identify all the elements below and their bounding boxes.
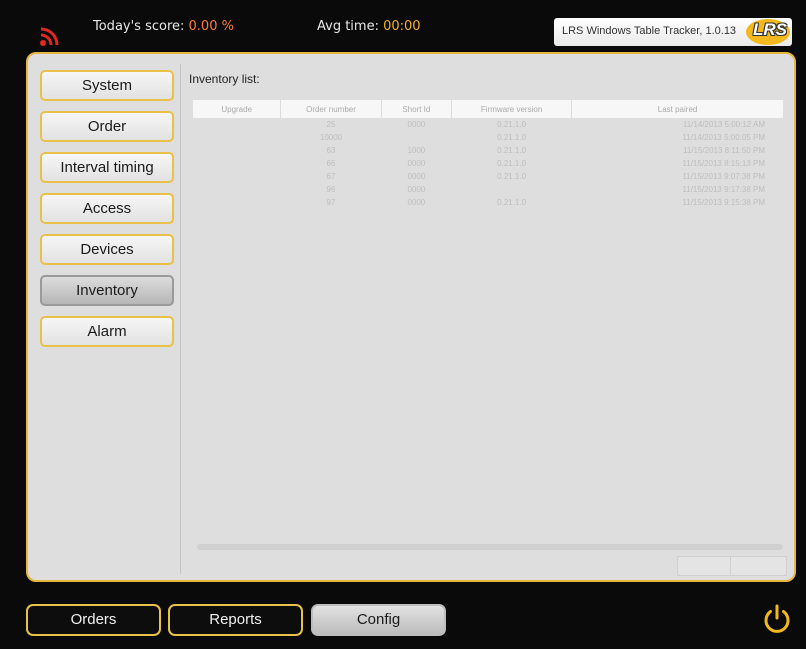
cell-upgrade [193, 131, 281, 144]
column-last-paired[interactable]: Last paired [571, 100, 783, 118]
cell-short-id: 0000 [407, 185, 426, 194]
cell-upgrade [193, 157, 281, 170]
power-icon[interactable] [760, 602, 794, 636]
cell-firmware [452, 183, 572, 196]
table-row[interactable]: 25 0000 0.21.1.0 11/14/2013 5:00:12 AM [193, 118, 783, 131]
table-row[interactable]: 97 0000 0.21.1.0 11/15/2013 9:15:38 PM [193, 196, 783, 209]
cell-short-id: 0000 [407, 159, 426, 168]
sidebar-item-interval-timing[interactable]: Interval timing [40, 152, 174, 183]
cell-upgrade [193, 170, 281, 183]
avg-label: Avg time: [317, 19, 379, 34]
reports-button[interactable]: Reports [168, 604, 303, 636]
orders-button[interactable]: Orders [26, 604, 161, 636]
cell-order-number: 96 [326, 185, 336, 194]
config-button[interactable]: Config [311, 604, 446, 636]
cell-short-id: 0000 [407, 120, 426, 129]
column-firmware-version[interactable]: Firmware version [451, 100, 573, 118]
cell-order-number: 66 [326, 159, 336, 168]
table-row[interactable]: 96 0000 11/15/2013 9:17:38 PM [193, 183, 783, 196]
cell-last-paired: 11/14/2013 5:00:12 AM [682, 120, 765, 129]
table-row[interactable]: 67 0000 0.21.1.0 11/15/2013 9:07:38 PM [193, 170, 783, 183]
cell-short-id: 0000 [407, 198, 426, 207]
inventory-table: Upgrade Order number Short Id Firmware v… [193, 100, 783, 209]
cell-firmware: 0.21.1.0 [497, 146, 527, 155]
version-text: LRS Windows Table Tracker, 1.0.13 [562, 25, 737, 37]
cell-upgrade [193, 118, 281, 131]
cell-firmware: 0.21.1.0 [497, 198, 527, 207]
score-value: 0.00 % [188, 19, 234, 34]
sidebar-item-alarm[interactable]: Alarm [40, 316, 174, 347]
sidebar-item-order[interactable]: Order [40, 111, 174, 142]
cell-last-paired: 11/15/2013 8:11:50 PM [683, 146, 765, 155]
cell-order-number: 63 [326, 146, 336, 155]
score-label: Today's score: [93, 19, 185, 34]
cell-short-id: 0000 [407, 172, 426, 181]
avg-value: 00:00 [383, 19, 421, 34]
cell-order-number: 67 [326, 172, 336, 181]
column-order-number[interactable]: Order number [280, 100, 382, 118]
pager-control[interactable] [677, 556, 787, 576]
table-header-row: Upgrade Order number Short Id Firmware v… [193, 100, 783, 118]
wifi-icon [40, 27, 59, 46]
table-row[interactable]: 10000 0.21.1.0 11/14/2013 5:00:05 PM [193, 131, 783, 144]
lrs-logo: LRS [746, 17, 792, 47]
inventory-panel: Inventory list: Upgrade Order number Sho… [180, 64, 787, 576]
cell-last-paired: 11/15/2013 9:07:38 PM [682, 172, 765, 181]
cell-upgrade [193, 196, 281, 209]
lrs-logo-text: LRS [753, 20, 787, 39]
sidebar-item-devices[interactable]: Devices [40, 234, 174, 265]
version-box: LRS Windows Table Tracker, 1.0.13 LRS [554, 18, 792, 46]
avg-time: Avg time: 00:00 [317, 19, 421, 34]
todays-score: Today's score: 0.00 % [93, 19, 234, 34]
pager-divider [730, 557, 731, 575]
cell-firmware: 0.21.1.0 [497, 120, 527, 129]
cell-last-paired: 11/15/2013 9:17:38 PM [682, 185, 765, 194]
cell-last-paired: 11/15/2013 9:15:38 PM [682, 198, 765, 207]
cell-last-paired: 11/14/2013 5:00:05 PM [682, 133, 765, 142]
table-row[interactable]: 63 1000 0.21.1.0 11/15/2013 8:11:50 PM [193, 144, 783, 157]
cell-last-paired: 11/15/2013 8:15:13 PM [682, 159, 765, 168]
cell-upgrade [193, 183, 281, 196]
main-panel: System Order Interval timing Access Devi… [26, 52, 796, 582]
sidebar-item-access[interactable]: Access [40, 193, 174, 224]
cell-firmware: 0.21.1.0 [497, 172, 527, 181]
cell-firmware: 0.21.1.0 [497, 159, 527, 168]
cell-order-number: 25 [326, 120, 336, 129]
cell-short-id: 1000 [407, 146, 426, 155]
table-row[interactable]: 66 0000 0.21.1.0 11/15/2013 8:15:13 PM [193, 157, 783, 170]
horizontal-scrollbar[interactable] [197, 544, 783, 550]
sidebar-item-inventory[interactable]: Inventory [40, 275, 174, 306]
cell-order-number: 97 [326, 198, 336, 207]
cell-firmware: 0.21.1.0 [497, 133, 527, 142]
cell-order-number: 10000 [319, 133, 343, 142]
header: Today's score: 0.00 % Avg time: 00:00 LR… [8, 8, 796, 48]
cell-upgrade [193, 144, 281, 157]
inventory-title: Inventory list: [189, 72, 260, 86]
sidebar-item-system[interactable]: System [40, 70, 174, 101]
cell-short-id [381, 131, 451, 144]
column-short-id[interactable]: Short Id [381, 100, 453, 118]
column-upgrade[interactable]: Upgrade [193, 100, 282, 118]
